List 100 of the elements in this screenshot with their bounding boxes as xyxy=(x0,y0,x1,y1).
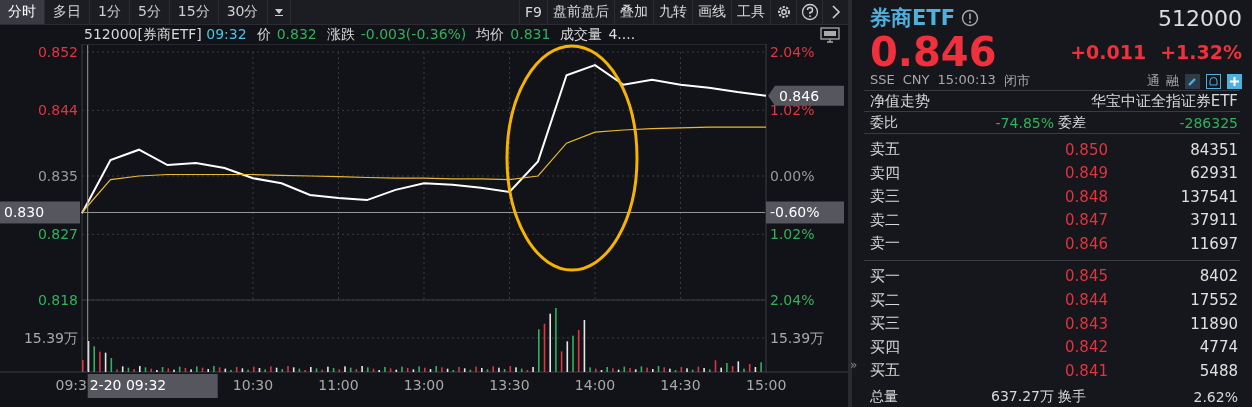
ask-level-label: 卖三 xyxy=(870,187,901,207)
time-label: 13:30 xyxy=(489,377,530,393)
bid-volume: 11890 xyxy=(1189,314,1238,333)
market-status: 闭市 xyxy=(1003,72,1030,90)
time-label: 14:30 xyxy=(660,377,701,393)
ask-volume: 84351 xyxy=(1189,140,1238,159)
ask-volume: 11697 xyxy=(1189,234,1238,253)
bid-price: 0.841 xyxy=(1064,361,1108,380)
last-price: 0.846 xyxy=(870,32,997,72)
quote-time: 15:00:13 xyxy=(937,72,996,89)
ask-level-label: 卖五 xyxy=(870,140,901,159)
plus-icon[interactable] xyxy=(1227,73,1242,89)
security-code: 512000 xyxy=(1158,5,1242,31)
bid-price: 0.844 xyxy=(1064,291,1108,310)
axis-label: 0.827 xyxy=(37,226,78,243)
ask-volume: 62931 xyxy=(1189,164,1238,183)
bid-level-label: 买一 xyxy=(870,267,901,286)
time-label: 09:3 xyxy=(55,377,87,393)
period-tab[interactable]: 1分 xyxy=(90,0,130,24)
period-tab[interactable]: 5分 xyxy=(129,0,170,24)
price-cursor-label: 0.830 xyxy=(0,201,80,224)
bid-volume: 17552 xyxy=(1189,291,1238,310)
axis-label: 1.02% xyxy=(770,226,815,243)
bid-level-label: 买四 xyxy=(870,337,901,357)
bid-level-label: 买三 xyxy=(870,314,901,334)
help-icon xyxy=(800,3,819,21)
ask-price: 0.850 xyxy=(1064,140,1108,159)
period-tab[interactable]: 30分 xyxy=(218,0,268,24)
toolbar-button[interactable]: 画线 xyxy=(692,0,731,24)
diff-label: 委差 xyxy=(1057,113,1088,132)
time-label: 11:00 xyxy=(318,377,359,393)
chart-field: 成交量 4.... xyxy=(560,25,636,44)
time-cursor-label: 2-20 09:32 xyxy=(87,374,218,398)
info-icon[interactable] xyxy=(961,9,979,27)
axis-label: 15.39万 xyxy=(770,330,825,346)
bid-volume: 8402 xyxy=(1198,267,1238,286)
side-toggle[interactable]: » xyxy=(850,358,858,372)
chart-field: 价 0.832 xyxy=(256,25,317,44)
axis-label: 0.852 xyxy=(37,44,78,60)
toolbar-button[interactable]: 盘前盘后 xyxy=(547,0,614,24)
axis-label: 0.835 xyxy=(37,168,78,184)
security-name: 券商ETF xyxy=(870,5,955,32)
time-label: 15:00 xyxy=(746,377,787,393)
last-price-tag: 0.846 xyxy=(768,85,844,106)
ask-volume: 37911 xyxy=(1189,211,1238,230)
fund-name: 华宝中证全指证券ETF xyxy=(1090,91,1238,111)
period-tab[interactable]: 分时 xyxy=(0,0,45,24)
bid-price: 0.843 xyxy=(1064,314,1108,333)
axis-label: 15.39万 xyxy=(23,330,78,346)
bid-price: 0.845 xyxy=(1064,267,1108,286)
ratio-value: -74.85% xyxy=(994,114,1054,131)
ask-price: 0.849 xyxy=(1064,164,1108,183)
toolbar-button[interactable]: F9 xyxy=(519,0,547,24)
toolbar-button[interactable]: 叠加 xyxy=(614,0,653,24)
ask-level-label: 卖二 xyxy=(870,210,901,230)
chevron-right-icon xyxy=(830,5,841,19)
axis-label: 0.00% xyxy=(770,168,815,184)
chart-field: 涨跌 -0.003(-0.36%) xyxy=(326,25,467,44)
ask-level-label: 卖四 xyxy=(870,163,901,183)
ratio-label: 委比 xyxy=(870,113,899,132)
axis-label: 2.04% xyxy=(770,292,815,308)
ask-price: 0.848 xyxy=(1064,187,1108,206)
ask-volume: 137541 xyxy=(1179,187,1238,206)
period-tab[interactable]: 多日 xyxy=(45,0,90,24)
total-volume-label: 总量 xyxy=(870,387,899,406)
currency-label: CNY xyxy=(902,72,930,89)
percent-cursor-label: -0.60% xyxy=(766,201,844,224)
bid-level-label: 买二 xyxy=(870,290,901,310)
bid-price: 0.842 xyxy=(1064,338,1108,357)
time-label: 13:00 xyxy=(403,377,445,393)
axis-label: 2.04% xyxy=(770,44,815,60)
gear-icon xyxy=(775,4,792,20)
turnover-label: 换手 xyxy=(1057,387,1088,406)
axis-label: 0.844 xyxy=(37,102,78,119)
monitor-icon[interactable] xyxy=(820,27,840,43)
toolbar-button[interactable]: 工具 xyxy=(731,0,770,24)
nav-trend-link[interactable]: 净值走势 xyxy=(870,91,930,111)
ask-price: 0.846 xyxy=(1064,234,1108,253)
trade-flag-label: 通 xyxy=(1147,72,1160,90)
exchange-label: SSE xyxy=(870,72,895,89)
diff-value: -286325 xyxy=(1178,114,1238,131)
axis-label: 0.818 xyxy=(37,292,78,308)
period-tab[interactable]: 15分 xyxy=(169,0,219,24)
toolbar-button[interactable]: 九转 xyxy=(653,0,692,24)
total-volume: 637.27万 xyxy=(990,387,1054,406)
price-change: +0.011 xyxy=(1070,41,1147,63)
trade-flag-label: 融 xyxy=(1166,72,1179,90)
chart-title: 512000[券商ETF] 09:32 xyxy=(84,25,247,44)
time-label: 14:00 xyxy=(574,377,616,393)
bid-volume: 5488 xyxy=(1198,361,1238,380)
bid-level-label: 买五 xyxy=(870,361,901,381)
ask-level-label: 卖一 xyxy=(870,234,901,254)
turnover-value: 2.62% xyxy=(1192,388,1238,405)
bid-volume: 4774 xyxy=(1198,338,1238,357)
chart-field: 均价 0.831 xyxy=(476,25,551,44)
ask-price: 0.847 xyxy=(1064,211,1108,230)
pencil-icon[interactable] xyxy=(1185,73,1200,89)
dropdown-caret-icon[interactable] xyxy=(274,8,283,16)
bell-icon[interactable] xyxy=(1206,73,1221,89)
time-label: 10:30 xyxy=(232,377,274,393)
